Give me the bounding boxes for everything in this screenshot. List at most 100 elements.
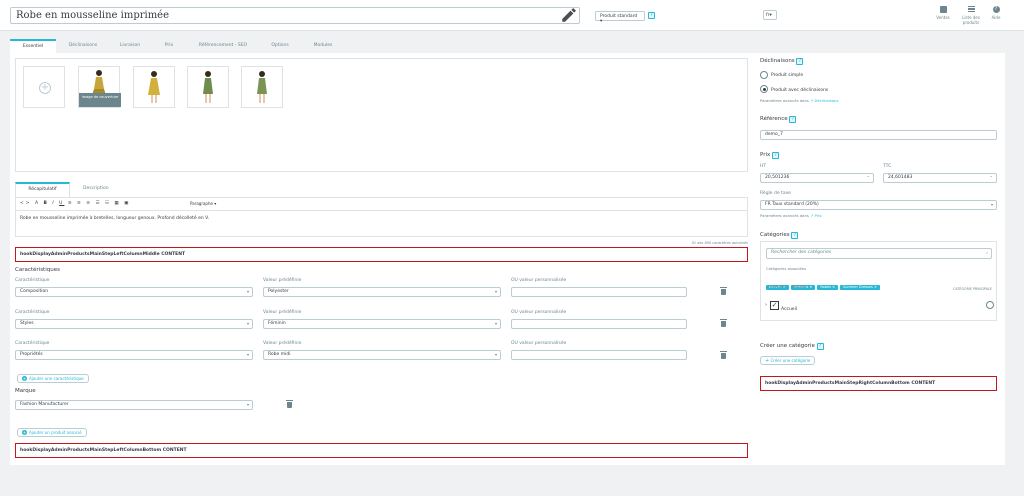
edit-pencil-icon[interactable]	[560, 6, 578, 24]
add-feature-button[interactable]: + Ajouter une caractéristique	[17, 374, 89, 383]
help-icon[interactable]: ?	[791, 232, 799, 239]
plus-icon: +	[22, 376, 27, 381]
price-ht-value: 20,501236	[765, 175, 790, 180]
product-list-button[interactable]: Liste des produits	[955, 6, 987, 25]
advanced-settings-price: Paramètres avancés dans ↗ Prix	[760, 213, 822, 218]
advanced-settings-prefix: Paramètres avancés dans	[760, 213, 809, 218]
associated-chips: Accueil ✕ Femmes ✕ Robes ✕ Summer Dresses ✕	[766, 273, 882, 292]
price-ht-input[interactable]: 20,501236 ⌃	[760, 173, 874, 183]
editor-toolbar: <> A B I U ≡ ≡ ≡ ☰ ☷ ▦ ▣ Paragraphe ▾	[15, 197, 748, 210]
feature-select[interactable]: Composition ▾	[15, 287, 253, 297]
predefined-value-select[interactable]: Robe midi ▾	[263, 350, 501, 360]
custom-value-label: OU valeur personnalisée	[511, 341, 567, 346]
summary-text: Robe en mousseline imprimée à bretelles,…	[20, 216, 210, 221]
categories-box: Rechercher des catégories ⌕ Catégories as…	[760, 241, 997, 321]
trash-icon[interactable]	[720, 287, 727, 295]
image-gallery: + Image de couverture	[15, 58, 748, 172]
radio-simple-product[interactable]	[760, 71, 768, 79]
category-chip[interactable]: Summer Dresses ✕	[840, 285, 880, 290]
feature-value: Composition	[20, 289, 49, 294]
hook-left-bottom: hookDisplayAdminProductsMainStepLeftColu…	[15, 443, 748, 458]
help-icon[interactable]: ?	[796, 58, 804, 65]
tab-seo[interactable]: Référencement - SEO	[190, 39, 256, 53]
trash-icon[interactable]	[720, 319, 727, 327]
trash-icon[interactable]	[286, 400, 293, 408]
advanced-link-price[interactable]: ↗ Prix	[810, 213, 821, 218]
add-image-button[interactable]: +	[23, 66, 65, 108]
predefined-value-label: Valeur prédéfinie	[263, 278, 302, 283]
main-category-radio[interactable]	[986, 301, 994, 309]
hook-right-bottom: hookDisplayAdminProductsMainStepRightCol…	[760, 376, 997, 391]
product-image[interactable]	[133, 66, 175, 108]
language-select[interactable]: fr▾	[763, 10, 777, 20]
brand-select[interactable]: Fashion Manufacturer ▾	[15, 400, 253, 410]
product-header: Robe en mousseline imprimée Produit stan…	[0, 0, 1024, 31]
plus-icon: +	[765, 358, 770, 364]
feature-select[interactable]: Styles ▾	[15, 319, 253, 329]
help-icon[interactable]: ?	[816, 343, 824, 350]
trash-icon[interactable]	[720, 351, 727, 359]
create-category-button[interactable]: + Créer une catégorie	[760, 356, 816, 365]
ttc-label: TTC	[883, 164, 892, 169]
tax-rule-select[interactable]: FR Taux standard (20%) ▾	[760, 200, 997, 210]
category-search-input[interactable]: Rechercher des catégories ⌕	[766, 248, 992, 259]
custom-value-input[interactable]	[511, 319, 687, 329]
advanced-settings-combinations: Paramètres avancés dans ↗ Déclinaisons	[760, 98, 838, 103]
brand-title: Marque	[15, 388, 36, 394]
collapse-button[interactable]: ⌃ RÉDUIRE	[787, 285, 807, 289]
custom-value-input[interactable]	[511, 350, 687, 360]
reference-input[interactable]: demo_7	[760, 130, 997, 140]
tab-modules[interactable]: Modules	[305, 39, 341, 53]
brand-value: Fashion Manufacturer	[20, 402, 69, 407]
predefined-value-label: Valeur prédéfinie	[263, 341, 302, 346]
product-image-cover[interactable]: Image de couverture	[78, 66, 121, 108]
tab-options[interactable]: Options	[260, 39, 300, 53]
tab-description[interactable]: Description	[83, 186, 109, 191]
predefined-value-select[interactable]: Féminin ▾	[263, 319, 501, 329]
feature-value: Styles	[20, 321, 34, 326]
product-image[interactable]	[187, 66, 229, 108]
simple-product-label: Produit simple	[771, 73, 804, 78]
advanced-link-combinations[interactable]: ↗ Déclinaisons	[810, 98, 838, 103]
product-type-select[interactable]: Produit standard ▾	[595, 11, 645, 24]
char-counter: 81 des 800 caractères autorisés	[691, 241, 748, 245]
associated-categories-label: Catégories associées	[766, 266, 807, 271]
add-related-label: Ajouter un produit associé	[29, 430, 82, 435]
product-name-input[interactable]: Robe en mousseline imprimée	[10, 7, 580, 24]
tree-chevron-icon[interactable]: ›	[765, 302, 767, 308]
custom-value-input[interactable]	[511, 287, 687, 297]
tree-controls: ⌄ DÉPLIER ⌃ RÉDUIRE	[766, 285, 807, 289]
category-checkbox-checked[interactable]: ✓	[770, 301, 779, 310]
feature-select[interactable]: Propriétés ▾	[15, 350, 253, 360]
add-feature-label: Ajouter une caractéristique	[29, 376, 84, 381]
tab-essentiel[interactable]: Essentiel	[10, 39, 56, 53]
predefined-value: Féminin	[268, 321, 286, 326]
help-button[interactable]: ? Aide	[990, 6, 1002, 20]
summary-editor[interactable]: Robe en mousseline imprimée à bretelles,…	[15, 210, 748, 237]
expand-label: DÉPLIER	[770, 285, 785, 289]
sales-button[interactable]: Ventes	[935, 6, 951, 20]
tab-prix[interactable]: Prix	[155, 39, 183, 53]
list-icon	[967, 6, 975, 12]
product-image[interactable]	[241, 66, 283, 108]
create-category-title: Créer une catégorie ?	[760, 343, 824, 350]
expand-button[interactable]: ⌄ DÉPLIER	[766, 285, 785, 289]
sales-label: Ventes	[936, 15, 950, 20]
help-icon[interactable]: ?	[648, 12, 655, 19]
radio-product-with-combinations[interactable]	[760, 85, 768, 93]
formatting-buttons[interactable]: <> A B I U ≡ ≡ ≡ ☰ ☷ ▦ ▣	[20, 201, 130, 206]
category-chip-label: Robes	[820, 285, 831, 289]
add-related-product-button[interactable]: + Ajouter un produit associé	[17, 428, 87, 437]
category-chip-label: Summer Dresses	[843, 285, 873, 289]
tab-declinaisons[interactable]: Déclinaisons	[60, 39, 106, 53]
format-select[interactable]: Paragraphe ▾	[190, 201, 216, 206]
tab-livraison[interactable]: Livraison	[110, 39, 150, 53]
category-chip[interactable]: Robes ✕	[817, 285, 839, 290]
help-icon[interactable]: ?	[789, 116, 797, 123]
price-ttc-input[interactable]: 24,601483 ⌃	[883, 173, 997, 183]
help-icon[interactable]: ?	[772, 152, 780, 159]
tab-summary[interactable]: Récapitulatif	[15, 182, 70, 197]
advanced-settings-prefix: Paramètres avancés dans	[760, 98, 809, 103]
add-icon: +	[39, 82, 51, 94]
predefined-value-select[interactable]: Polyester ▾	[263, 287, 501, 297]
